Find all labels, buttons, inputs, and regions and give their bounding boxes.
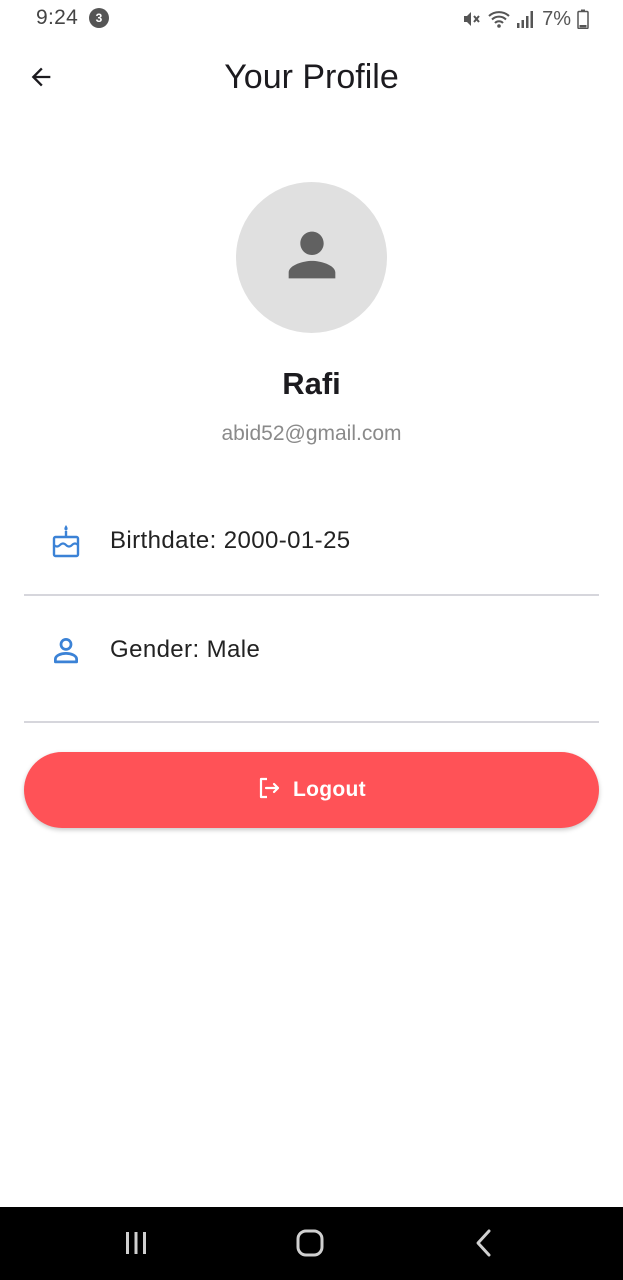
logout-icon [257,776,281,805]
signal-icon [516,9,536,29]
logout-label: Logout [293,778,366,801]
logout-button[interactable]: Logout [24,752,599,828]
avatar [236,182,387,333]
recent-apps-button[interactable] [116,1225,156,1265]
mute-icon [462,9,482,29]
birthdate-label: Birthdate: 2000-01-25 [110,527,351,554]
wifi-icon [488,9,510,29]
app-bar: Your Profile [0,44,623,114]
gender-row: Gender: Male [24,629,599,671]
page-title: Your Profile [224,58,399,96]
profile-name: Rafi [282,366,341,401]
person-outline-icon [48,632,84,668]
recent-apps-icon [121,1230,151,1261]
profile-email: abid52@gmail.com [221,422,402,445]
home-button[interactable] [290,1225,330,1265]
divider [24,721,599,723]
back-icon [472,1228,496,1263]
nav-back-button[interactable] [464,1225,504,1265]
status-bar: 9:24 3 7% [0,0,623,38]
status-time: 9:24 [36,6,79,29]
battery-percentage: 7% [542,7,571,30]
battery-icon [577,9,589,29]
cake-icon [48,523,84,559]
status-icons: 7% [462,6,589,32]
gender-label: Gender: Male [110,636,261,663]
system-nav-bar [0,1207,623,1280]
birthdate-row: Birthdate: 2000-01-25 [24,520,599,562]
person-icon [277,220,347,295]
home-icon [295,1228,325,1263]
notification-count-badge: 3 [89,8,109,28]
divider [24,594,599,596]
